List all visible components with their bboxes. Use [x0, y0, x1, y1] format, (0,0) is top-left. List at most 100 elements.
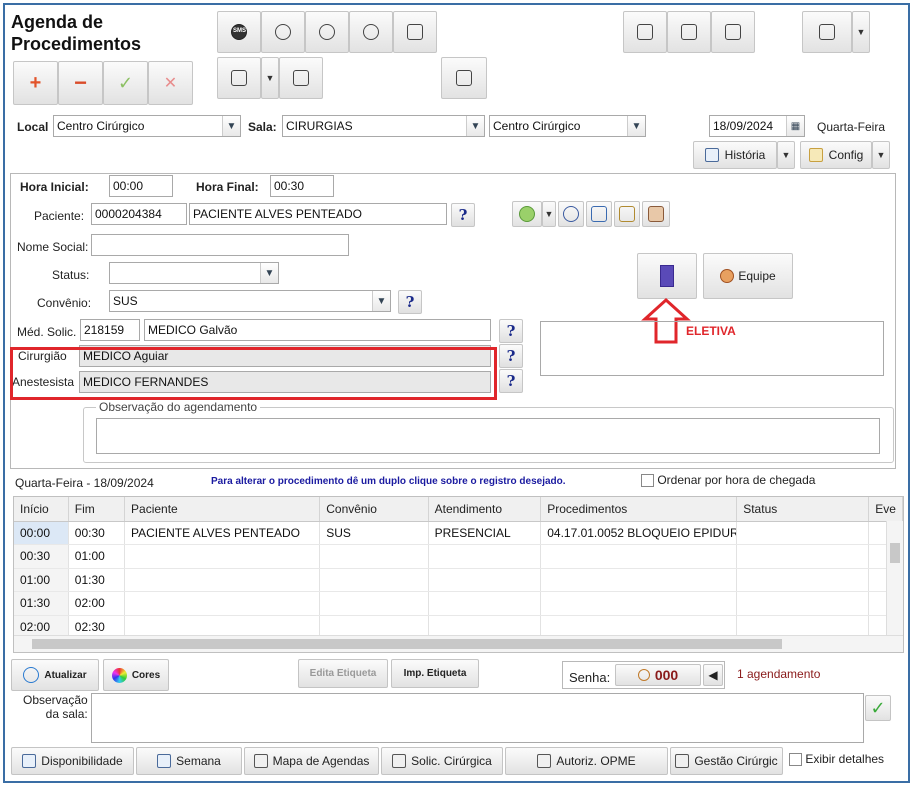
table-row[interactable]: 01:00 01:30: [14, 568, 903, 592]
scroll-thumb[interactable]: [32, 639, 782, 649]
table-cell[interactable]: 01:00: [68, 544, 126, 569]
table-cell[interactable]: PRESENCIAL: [428, 521, 542, 545]
gestao-cirurgica-button[interactable]: Gestão Cirúrgic: [670, 747, 783, 775]
sala2-select[interactable]: Centro Cirúrgico ▼: [489, 115, 646, 137]
edita-etiqueta-button[interactable]: Edita Etiqueta: [298, 659, 388, 688]
table-cell[interactable]: [319, 544, 429, 569]
table-cell[interactable]: [736, 568, 870, 592]
cores-button[interactable]: Cores: [103, 659, 169, 691]
print-doc-button[interactable]: [279, 57, 323, 99]
col-inicio[interactable]: Início: [14, 497, 69, 522]
table-cell[interactable]: [124, 591, 321, 616]
patient-photo-button[interactable]: [642, 201, 670, 227]
autoriz-opme-button[interactable]: Autoriz. OPME: [505, 747, 668, 775]
paste-button[interactable]: [614, 201, 640, 227]
table-cell[interactable]: [319, 568, 429, 592]
table-cell[interactable]: [428, 544, 542, 569]
patient-menu-button[interactable]: [512, 201, 542, 227]
folder-button[interactable]: [217, 57, 261, 99]
table-cell[interactable]: 01:30: [14, 591, 69, 616]
col-atendimento[interactable]: Atendimento: [428, 497, 542, 522]
table-cell[interactable]: [540, 591, 738, 616]
senha-button[interactable]: 000: [615, 664, 701, 686]
paciente-code-input[interactable]: 0000204384: [91, 203, 187, 225]
vertical-scrollbar[interactable]: [886, 521, 903, 636]
info-button[interactable]: [558, 201, 584, 227]
patient-menu-dropdown[interactable]: ▼: [542, 201, 556, 227]
split-view-button[interactable]: [441, 57, 487, 99]
table-cell[interactable]: [736, 544, 870, 569]
nome-social-input[interactable]: [91, 234, 349, 256]
table-cell[interactable]: [540, 544, 738, 569]
table-cell[interactable]: [319, 591, 429, 616]
convenio-help-button[interactable]: ?: [398, 290, 422, 314]
col-status[interactable]: Status: [736, 497, 870, 522]
table-cell[interactable]: [736, 521, 870, 545]
table-row[interactable]: 00:00 00:30 PACIENTE ALVES PENTEADO SUS …: [14, 521, 903, 545]
doc-edit-button[interactable]: [623, 11, 667, 53]
med-solic-name-input[interactable]: MEDICO Galvão: [144, 319, 491, 341]
imp-etiqueta-button[interactable]: Imp. Etiqueta: [391, 659, 479, 688]
folder-dropdown[interactable]: ▼: [261, 57, 279, 99]
person-settings-button[interactable]: [349, 11, 393, 53]
scroll-thumb[interactable]: [890, 543, 900, 563]
cancel-button[interactable]: ✕: [148, 61, 193, 105]
obs-agendamento-input[interactable]: [96, 418, 880, 454]
med-solic-code-input[interactable]: 218159: [80, 319, 140, 341]
paciente-help-button[interactable]: ?: [451, 203, 475, 227]
solic-cirurgica-button[interactable]: Solic. Cirúrgica: [381, 747, 503, 775]
save-obs-button[interactable]: ✓: [865, 695, 891, 721]
table-cell[interactable]: 00:30: [68, 521, 126, 545]
exibir-detalhes-checkbox[interactable]: Exibir detalhes: [789, 752, 884, 767]
convenio-select[interactable]: SUS ▼: [109, 290, 391, 312]
table-cell[interactable]: [124, 544, 321, 569]
table-row[interactable]: 00:30 01:00: [14, 544, 903, 569]
status-select[interactable]: ▼: [109, 262, 279, 284]
col-fim[interactable]: Fim: [68, 497, 126, 522]
sala-select[interactable]: CIRURGIAS ▼: [282, 115, 485, 137]
table-cell[interactable]: PACIENTE ALVES PENTEADO: [124, 521, 321, 545]
paciente-name-input[interactable]: PACIENTE ALVES PENTEADO: [189, 203, 447, 225]
table-cell[interactable]: 04.17.01.0052 BLOQUEIO EPIDURA: [540, 521, 738, 545]
col-paciente[interactable]: Paciente: [124, 497, 321, 522]
room-door-button[interactable]: [637, 253, 697, 299]
table-cell[interactable]: 02:00: [68, 591, 126, 616]
mapa-agendas-button[interactable]: Mapa de Agendas: [244, 747, 379, 775]
table-cell[interactable]: [428, 568, 542, 592]
add-button[interactable]: +: [13, 61, 58, 105]
table-cell[interactable]: [428, 591, 542, 616]
users-button[interactable]: [305, 11, 349, 53]
historia-dropdown[interactable]: ▼: [777, 141, 795, 169]
historia-button[interactable]: História: [693, 141, 777, 169]
table-cell[interactable]: 01:30: [68, 568, 126, 592]
table-cell[interactable]: SUS: [319, 521, 429, 545]
med-solic-help-button[interactable]: ?: [499, 319, 523, 343]
obs-sala-input[interactable]: [91, 693, 864, 743]
config-dropdown[interactable]: ▼: [872, 141, 890, 169]
table-cell[interactable]: 00:00: [14, 521, 69, 545]
col-convenio[interactable]: Convênio: [319, 497, 429, 522]
anestesista-help-button[interactable]: ?: [499, 369, 523, 393]
date-input[interactable]: 18/09/2024 ▦: [709, 115, 805, 137]
col-procedimentos[interactable]: Procedimentos: [540, 497, 738, 522]
equipe-button[interactable]: Equipe: [703, 253, 793, 299]
edit-doc-button[interactable]: [393, 11, 437, 53]
checkbox-icon[interactable]: [789, 753, 802, 767]
table-cell[interactable]: [736, 591, 870, 616]
doc-search-button[interactable]: [711, 11, 755, 53]
ordenar-checkbox[interactable]: Ordenar por hora de chegada: [641, 473, 815, 488]
sms-button[interactable]: SMS: [217, 11, 261, 53]
print-button[interactable]: [802, 11, 852, 53]
clipboard-button[interactable]: [667, 11, 711, 53]
horizontal-scrollbar[interactable]: [14, 635, 903, 652]
atualizar-button[interactable]: Atualizar: [11, 659, 99, 691]
table-cell[interactable]: [124, 568, 321, 592]
confirm-button[interactable]: ✓: [103, 61, 148, 105]
checkbox-icon[interactable]: [641, 474, 654, 488]
local-select[interactable]: Centro Cirúrgico ▼: [53, 115, 241, 137]
calendar-icon[interactable]: ▦: [786, 116, 804, 136]
config-button[interactable]: Config: [800, 141, 872, 169]
table-cell[interactable]: 00:30: [14, 544, 69, 569]
disponibilidade-button[interactable]: Disponibilidade: [11, 747, 134, 775]
hora-final-input[interactable]: 00:30: [270, 175, 334, 197]
